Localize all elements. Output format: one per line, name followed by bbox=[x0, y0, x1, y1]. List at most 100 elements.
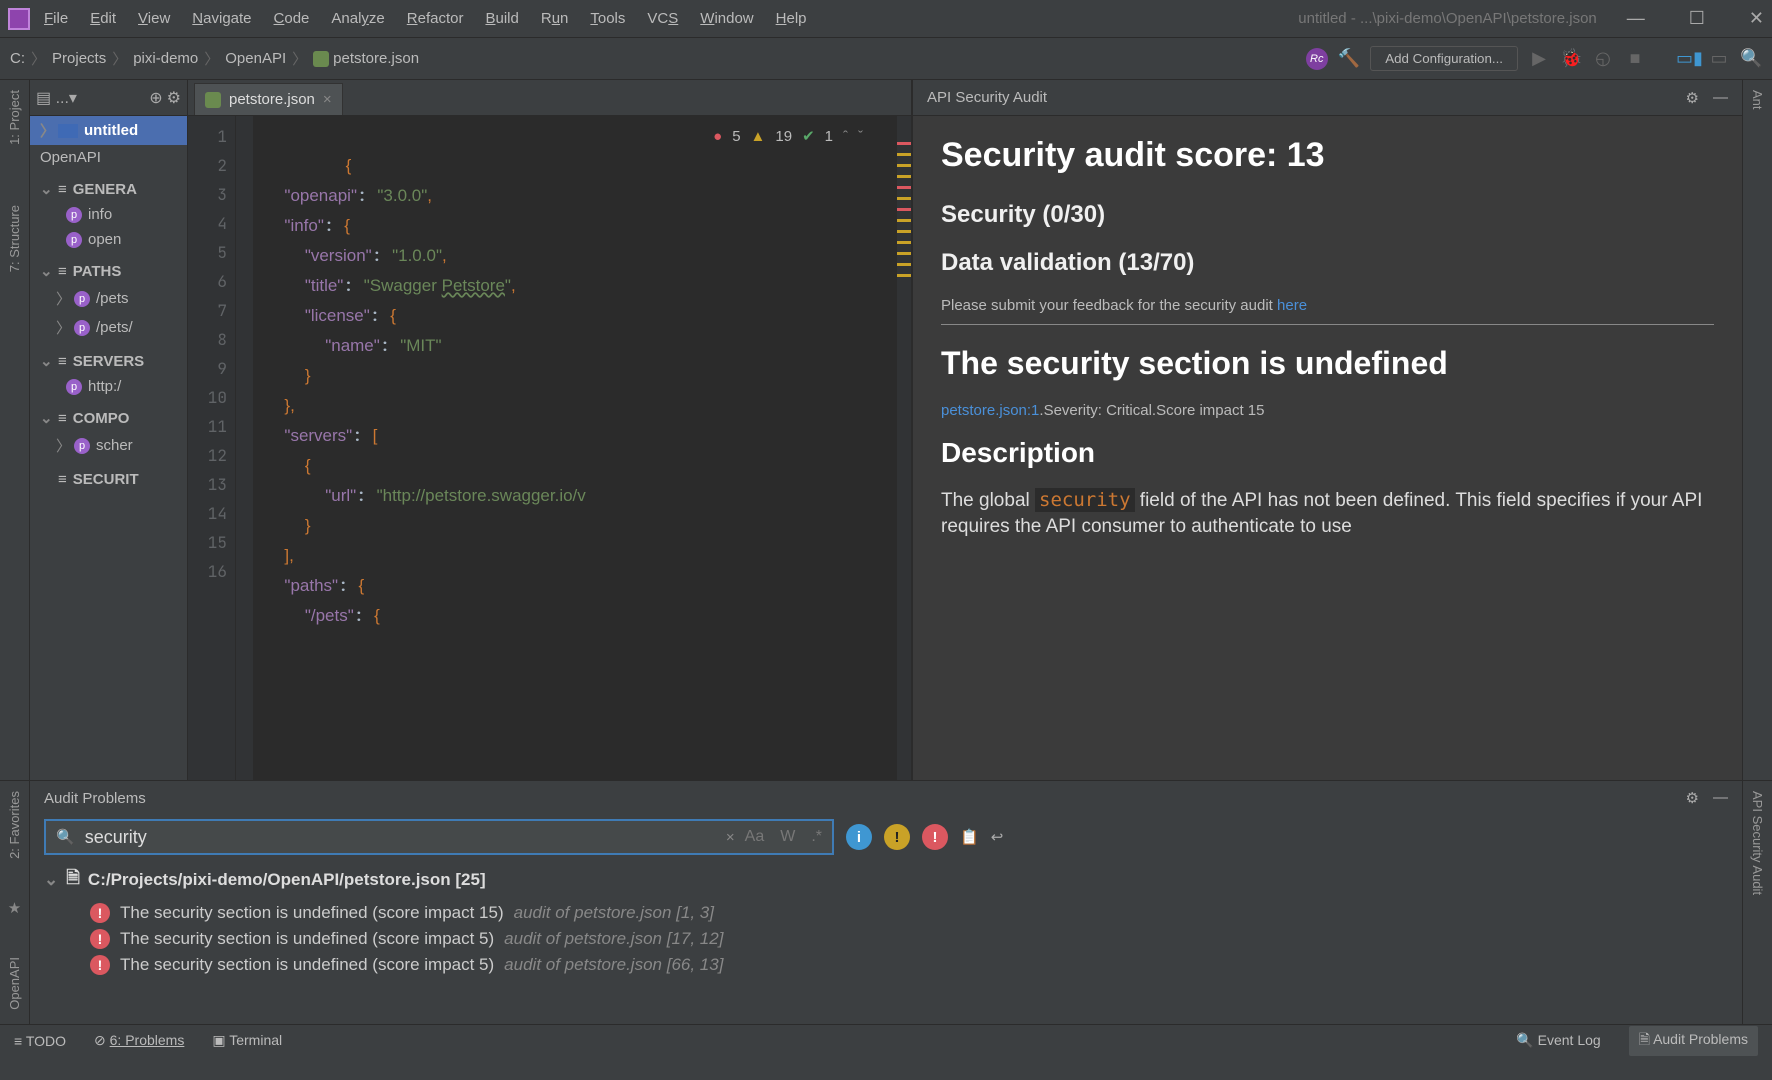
status-bar: ≡ TODO ⊘ 6: Problems ▣ Terminal 🔍 Event … bbox=[0, 1024, 1772, 1056]
audit-issue-file-link[interactable]: petstore.json:1 bbox=[941, 402, 1039, 419]
minimize-panel-icon[interactable]: — bbox=[1713, 89, 1728, 107]
tree-item[interactable]: popen bbox=[30, 227, 187, 252]
toolwindow-favorites-tab[interactable]: 2: Favorites bbox=[7, 791, 22, 859]
layout-icon[interactable]: ▭▮ bbox=[1676, 48, 1698, 69]
problems-search-box[interactable]: 🔍 × Aa W .* bbox=[44, 819, 834, 855]
tree-item[interactable]: pinfo bbox=[30, 202, 187, 227]
menu-navigate[interactable]: Navigate bbox=[192, 10, 251, 27]
run-icon[interactable]: ▶ bbox=[1528, 48, 1550, 69]
problem-item[interactable]: ! The security section is undefined (sco… bbox=[44, 952, 1728, 978]
menu-code[interactable]: Code bbox=[274, 10, 310, 27]
status-eventlog[interactable]: 🔍 Event Log bbox=[1516, 1032, 1600, 1049]
audit-score-heading: Security audit score: 13 bbox=[941, 136, 1714, 175]
search-everywhere-icon[interactable]: 🔍 bbox=[1740, 48, 1762, 69]
toolwindow-project-tab[interactable]: 1: Project bbox=[7, 90, 22, 145]
project-dropdown-icon[interactable]: ▤ ...▾ bbox=[36, 88, 77, 108]
gear-icon[interactable]: ⚙ bbox=[1686, 789, 1699, 807]
status-terminal[interactable]: ▣ Terminal bbox=[212, 1032, 282, 1049]
clear-search-icon[interactable]: × bbox=[726, 829, 735, 846]
audit-report[interactable]: Security audit score: 13 Security (0/30)… bbox=[913, 116, 1742, 780]
audit-issue-title: The security section is undefined bbox=[941, 345, 1714, 382]
tree-item[interactable]: phttp:/ bbox=[30, 374, 187, 399]
problems-search-input[interactable] bbox=[85, 827, 716, 848]
menu-vcs[interactable]: VCS bbox=[647, 10, 678, 27]
breadcrumb-part[interactable]: petstore.json bbox=[333, 50, 419, 67]
menu-run[interactable]: Run bbox=[541, 10, 569, 27]
filter-error-icon[interactable]: ! bbox=[922, 824, 948, 850]
audit-panel-title: API Security Audit bbox=[927, 89, 1047, 106]
undo-icon[interactable]: ↩ bbox=[991, 828, 1004, 846]
menu-window[interactable]: Window bbox=[700, 10, 753, 27]
breadcrumb-part[interactable]: OpenAPI bbox=[225, 50, 286, 67]
toolwindow-ant-tab[interactable]: Ant bbox=[1750, 90, 1765, 110]
presentation-icon[interactable]: ▭ bbox=[1708, 48, 1730, 69]
tree-section-servers[interactable]: ⌄ ≡ SERVERS bbox=[30, 348, 187, 374]
gear-icon[interactable]: ⚙ bbox=[167, 88, 181, 108]
menu-tools[interactable]: Tools bbox=[590, 10, 625, 27]
tree-item[interactable]: 〉p/pets/ bbox=[30, 313, 187, 342]
error-stripe[interactable] bbox=[897, 116, 911, 780]
gear-icon[interactable]: ⚙ bbox=[1686, 89, 1699, 107]
menu-help[interactable]: Help bbox=[776, 10, 807, 27]
window-title: untitled - ...\pixi-demo\OpenAPI\petstor… bbox=[1298, 10, 1596, 27]
tree-section-general[interactable]: ⌄ ≡ GENERA bbox=[30, 176, 187, 202]
filter-info-icon[interactable]: i bbox=[846, 824, 872, 850]
code-editor[interactable]: ●5 ▲19 ✔1 ˆˇ { "openapi": "3.0.0", "info… bbox=[254, 116, 897, 780]
filter-warning-icon[interactable]: ! bbox=[884, 824, 910, 850]
tree-item[interactable]: 〉p/pets bbox=[30, 284, 187, 313]
menu-refactor[interactable]: Refactor bbox=[407, 10, 464, 27]
problem-item[interactable]: ! The security section is undefined (sco… bbox=[44, 900, 1728, 926]
build-icon[interactable]: 🔨 bbox=[1338, 48, 1360, 69]
json-file-icon bbox=[313, 51, 329, 67]
tree-item[interactable]: 〉pscher bbox=[30, 431, 187, 460]
breadcrumb-part[interactable]: pixi-demo bbox=[133, 50, 198, 67]
audit-feedback-link[interactable]: here bbox=[1277, 297, 1307, 314]
star-icon[interactable]: ★ bbox=[8, 899, 21, 917]
menu-view[interactable]: View bbox=[138, 10, 170, 27]
menu-build[interactable]: Build bbox=[485, 10, 518, 27]
coverage-icon[interactable]: ◵ bbox=[1592, 48, 1614, 69]
minimize-panel-icon[interactable]: — bbox=[1713, 789, 1728, 807]
plugin-badge-icon[interactable]: Rc bbox=[1306, 48, 1328, 70]
menu-analyze[interactable]: Analyze bbox=[331, 10, 384, 27]
audit-feedback-line: Please submit your feedback for the secu… bbox=[941, 297, 1714, 325]
locate-icon[interactable]: ⊕ bbox=[149, 88, 162, 108]
tree-section-security[interactable]: ⌄ ≡ SECURIT bbox=[30, 466, 187, 492]
tree-section-components[interactable]: ⌄ ≡ COMPO bbox=[30, 405, 187, 431]
toolwindow-openapi-tab[interactable]: OpenAPI bbox=[7, 957, 22, 1010]
problem-item[interactable]: ! The security section is undefined (sco… bbox=[44, 926, 1728, 952]
menu-edit[interactable]: Edit bbox=[90, 10, 116, 27]
debug-icon[interactable]: 🐞 bbox=[1560, 48, 1582, 69]
audit-description-heading: Description bbox=[941, 437, 1714, 469]
window-close-icon[interactable]: ✕ bbox=[1749, 8, 1764, 29]
status-problems[interactable]: ⊘ 6: Problems bbox=[94, 1032, 184, 1049]
menu-file[interactable]: File bbox=[44, 10, 68, 27]
inspection-summary[interactable]: ●5 ▲19 ✔1 ˆˇ bbox=[713, 122, 863, 151]
tree-section-paths[interactable]: ⌄ ≡ PATHS bbox=[30, 258, 187, 284]
regex-toggle[interactable]: .* bbox=[811, 828, 822, 846]
toolwindow-structure-tab[interactable]: 7: Structure bbox=[7, 205, 22, 272]
audit-security-heading: Security (0/30) bbox=[941, 201, 1714, 229]
breadcrumb-part[interactable]: C: bbox=[10, 50, 25, 67]
match-case-toggle[interactable]: Aa bbox=[745, 828, 765, 846]
window-maximize-icon[interactable]: ☐ bbox=[1689, 8, 1705, 29]
property-icon: p bbox=[66, 379, 82, 395]
tree-root[interactable]: 〉 untitled bbox=[30, 116, 187, 145]
toolwindow-api-audit-tab[interactable]: API Security Audit bbox=[1750, 791, 1765, 895]
property-icon: p bbox=[74, 438, 90, 454]
status-audit-problems[interactable]: 🗎 Audit Problems bbox=[1629, 1026, 1758, 1056]
close-tab-icon[interactable]: × bbox=[323, 91, 332, 108]
stop-icon[interactable]: ■ bbox=[1624, 48, 1646, 69]
copy-icon[interactable]: 📋 bbox=[960, 828, 979, 846]
code-literal: security bbox=[1035, 488, 1135, 512]
window-minimize-icon[interactable]: — bbox=[1627, 8, 1645, 29]
problems-file-node[interactable]: ⌄ 🗎 C:/Projects/pixi-demo/OpenAPI/petsto… bbox=[44, 865, 1728, 894]
whole-word-toggle[interactable]: W bbox=[780, 828, 795, 846]
property-icon: p bbox=[74, 320, 90, 336]
breadcrumb-part[interactable]: Projects bbox=[52, 50, 106, 67]
fold-gutter[interactable] bbox=[236, 116, 254, 780]
editor-tab[interactable]: petstore.json × bbox=[194, 83, 343, 115]
tree-group[interactable]: OpenAPI bbox=[30, 145, 187, 170]
status-todo[interactable]: ≡ TODO bbox=[14, 1033, 66, 1049]
run-config-dropdown[interactable]: Add Configuration... bbox=[1370, 46, 1518, 71]
